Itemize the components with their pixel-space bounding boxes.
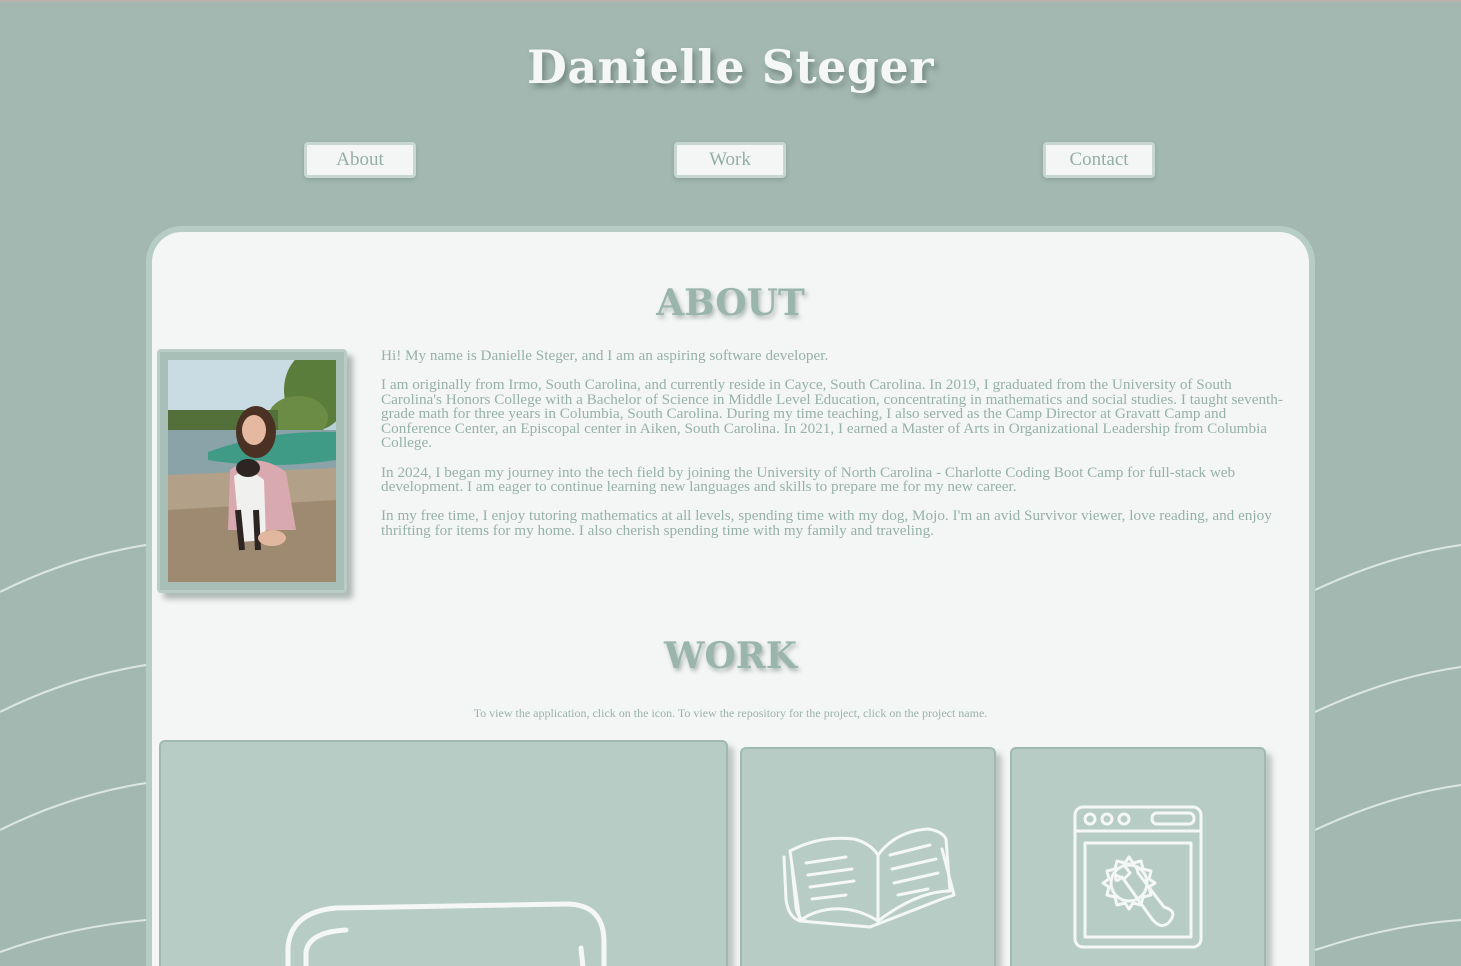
- site-title: Danielle Steger: [526, 40, 934, 94]
- site-header: Danielle Steger About Work Contact: [0, 2, 1461, 222]
- about-paragraph: In my free time, I enjoy tutoring mathem…: [381, 507, 1272, 539]
- content-card: ABOUT Hi! My name is Danielle Steger, an…: [146, 226, 1315, 966]
- project-card-1[interactable]: [159, 740, 728, 966]
- nav-contact-button[interactable]: Contact: [1043, 142, 1155, 178]
- sticky-note-icon[interactable]: [161, 742, 728, 966]
- project-card-2[interactable]: [740, 747, 996, 966]
- nav-work-button[interactable]: Work: [674, 142, 786, 178]
- about-heading: ABOUT: [656, 282, 805, 324]
- nav-about-button[interactable]: About: [304, 142, 416, 178]
- about-paragraph: Hi! My name is Danielle Steger, and I am…: [381, 347, 829, 364]
- work-instructions: To view the application, click on the ic…: [473, 706, 988, 720]
- about-paragraph: In 2024, I began my journey into the tec…: [381, 463, 1236, 496]
- profile-photo-frame: [157, 349, 347, 593]
- work-heading: WORK: [664, 635, 797, 677]
- profile-photo: [168, 360, 336, 582]
- about-paragraph: I am originally from Irmo, South Carolin…: [381, 376, 1283, 452]
- about-text: Hi! My name is Danielle Steger, and I am…: [381, 347, 1291, 553]
- project-card-3[interactable]: [1010, 747, 1266, 966]
- browser-settings-icon[interactable]: [1012, 749, 1266, 966]
- open-book-icon[interactable]: [742, 749, 996, 966]
